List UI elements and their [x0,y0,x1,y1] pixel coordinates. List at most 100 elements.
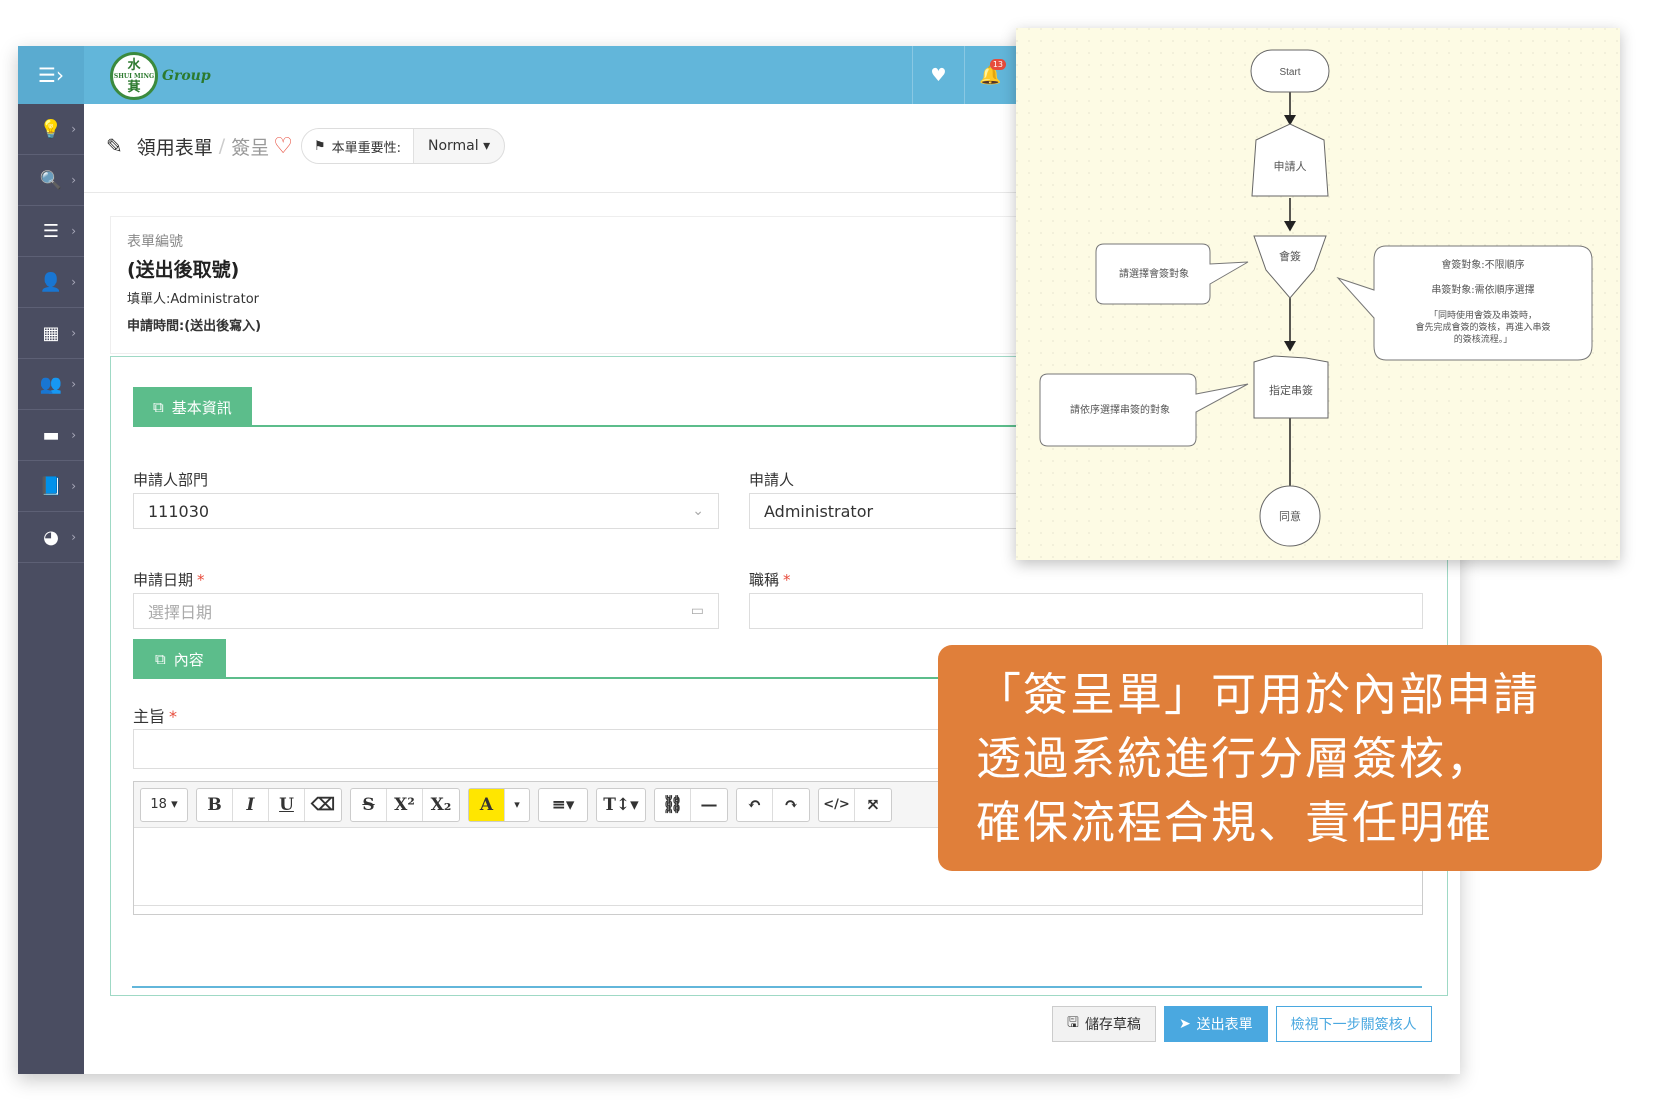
view-next-approver-button[interactable]: 檢視下一步關簽核人 [1275,1006,1432,1042]
text-color-icon: A [479,794,494,815]
sidebar-item-building[interactable]: ▦ › [18,308,84,359]
node-countersign-label: 會簽 [1279,249,1301,263]
sidebar-item-server[interactable]: ☰ › [18,206,84,257]
submit-form-button[interactable]: ➤ 送出表單 [1163,1006,1268,1042]
horizontal-rule-icon: — [700,794,718,815]
flag-icon: ⚑ [313,138,326,154]
note-rules-line1: 會簽對象:不限順序 [1441,258,1524,271]
section-content-label: 內容 [173,650,204,669]
font-size-value: 18 [150,797,167,812]
redo-icon: ↷ [783,794,799,815]
date-label: 申請日期 * [133,569,205,590]
note-serial-text: 請依序選擇串簽的對象 [1070,403,1170,416]
underline-button[interactable]: U [269,788,305,821]
eraser-button[interactable]: ⌫ [305,789,341,821]
stage: ☰› 水 SHUI MING 萁 Group ♥ 🔔 13 💡 › 🔍 › ☰ › 👤 › ▦ ›… [0,0,1656,1108]
italic-button[interactable]: I [233,788,269,821]
company-logo[interactable]: 水 SHUI MING 萁 Group [110,51,211,101]
align-group: ≡▾ [538,787,588,822]
heart-icon: ♥ [930,64,947,86]
favorite-heart-icon[interactable]: ♡ [273,134,293,159]
view-next-approver-label: 檢視下一步關簽核人 [1290,1017,1417,1033]
action-buttons: 🖫 儲存草稿 ➤ 送出表單 檢視下一步關簽核人 [1052,1006,1432,1042]
insert-group: ⛓ — [654,787,728,822]
redo-button[interactable]: ↷ [773,789,809,821]
logo-text: Group [162,68,211,84]
book-icon: 📘 [39,475,63,497]
section-tab-basic[interactable]: ⧉ 基本資訊 [133,387,252,427]
sidebar-item-search[interactable]: 🔍 › [18,155,84,206]
dept-select[interactable]: 111030 ⌄ [133,493,719,529]
date-picker-input[interactable]: 選擇日期 ▭ [133,593,719,629]
copy-icon: ⧉ [155,650,166,668]
strikethrough-icon: S [362,794,375,815]
required-mark: * [197,571,205,589]
note-rules-line4: 會先完成會簽的簽核，再進入串簽 [1415,321,1550,333]
note-countersign-text: 請選擇會簽對象 [1119,267,1189,280]
node-start-label: Start [1279,67,1300,78]
sidebar-item-archive[interactable]: ▬ › [18,410,84,461]
node-applicant-label: 申請人 [1274,159,1307,173]
sidebar-item-users[interactable]: 👥 › [18,359,84,410]
note-rules-line3: 「同時使用會簽及串簽時， [1429,309,1537,321]
priority-label-text: 本單重要性: [331,140,401,156]
hamburger-icon: ☰› [38,63,64,87]
save-draft-button[interactable]: 🖫 儲存草稿 [1052,1006,1156,1042]
search-icon: 🔍 [39,169,63,191]
title-input[interactable] [749,593,1423,629]
text-style-dropdown[interactable]: T↕▾ [597,789,645,821]
chevron-right-icon: › [71,122,76,136]
callout-line-1: 「簽呈單」可用於內部申請 [976,668,1541,721]
subscript-icon: X₂ [430,794,452,815]
save-draft-label: 儲存草稿 [1084,1017,1141,1033]
title-label-text: 職稱 [749,571,780,589]
text-color-button[interactable]: A [469,788,505,821]
align-dropdown[interactable]: ≡▾ [539,789,587,821]
sidebar-item-lightbulb[interactable]: 💡 › [18,104,84,155]
code-icon: </> [823,797,850,812]
menu-toggle-button[interactable]: ☰› [18,46,84,104]
font-size-dropdown[interactable]: 18 ▾ [141,789,187,821]
favorites-button[interactable]: ♥ [912,46,964,104]
strikethrough-button[interactable]: S [351,788,387,821]
priority-selector[interactable]: ⚑ 本單重要性: Normal ▾ [300,128,506,164]
text-height-icon: T↕▾ [603,794,639,815]
node-end-label: 同意 [1279,509,1301,523]
users-icon: 👥 [39,373,63,395]
font-size-group: 18 ▾ [140,787,188,822]
dept-label: 申請人部門 [133,469,208,490]
breadcrumb-form-type[interactable]: 領用表單 [137,133,213,160]
script-group: S X² X₂ [350,787,460,822]
text-color-dropdown[interactable]: ▾ [505,789,529,821]
undo-button[interactable]: ↶ [737,788,773,821]
logo-char-bottom: 萁 [127,79,141,95]
priority-dropdown[interactable]: Normal ▾ [414,138,504,154]
section-tab-content[interactable]: ⧉ 內容 [133,639,226,679]
section-basic-label: 基本資訊 [171,398,232,417]
calendar-icon[interactable]: ▭ [691,603,704,619]
priority-label: ⚑ 本單重要性: [301,129,414,163]
fullscreen-button[interactable]: ⤧ [855,789,891,821]
link-icon: ⛓ [661,794,684,815]
sidebar: 💡 › 🔍 › ☰ › 👤 › ▦ › 👥 › ▬ › 📘 › ◕ › [18,104,84,1074]
applicant-label-text: 申請人 [749,471,795,489]
chevron-right-icon: › [71,224,76,238]
sidebar-item-dashboard[interactable]: ◕ › [18,512,84,563]
archive-icon: ▬ [42,424,60,446]
breadcrumb-separator: / [218,135,226,157]
superscript-button[interactable]: X² [387,788,423,821]
hr-button[interactable]: — [691,789,727,821]
link-button[interactable]: ⛓ [655,788,691,821]
notifications-button[interactable]: 🔔 13 [964,46,1016,104]
chevron-right-icon: › [71,326,76,340]
sidebar-item-book[interactable]: 📘 › [18,461,84,512]
date-placeholder: 選擇日期 [148,603,213,622]
code-view-button[interactable]: </> [819,788,855,821]
callout-line-3: 確保流程合規、責任明確 [976,796,1494,849]
bold-icon: B [207,794,222,815]
sidebar-item-user[interactable]: 👤 › [18,257,84,308]
subscript-button[interactable]: X₂ [423,789,459,821]
bold-button[interactable]: B [197,788,233,821]
pencil-icon: ✎ [106,134,123,158]
format-group: B I U ⌫ [196,787,342,822]
